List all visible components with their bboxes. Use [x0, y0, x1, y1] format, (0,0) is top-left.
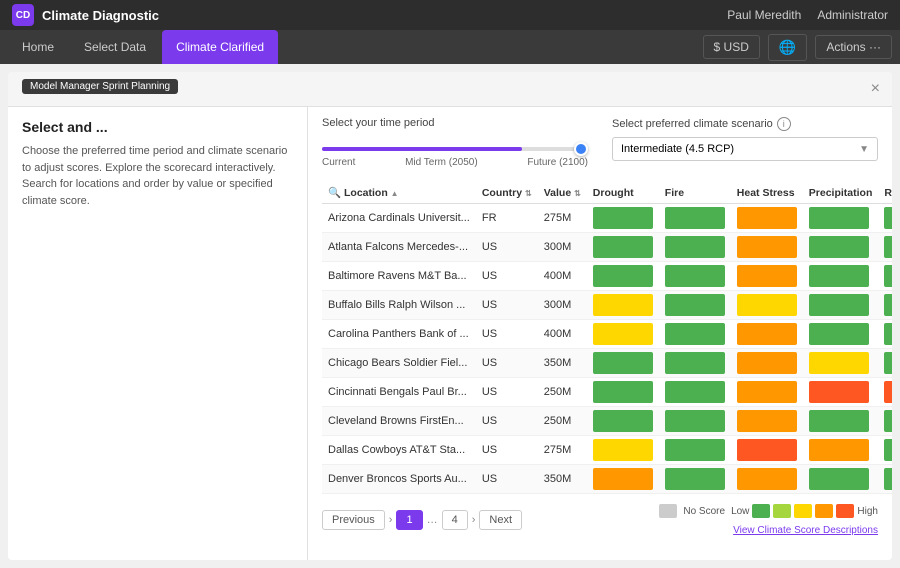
- table-row: Dallas Cowboys AT&T Sta...US275M: [322, 436, 892, 465]
- header-strip: Model Manager Sprint Planning: [8, 72, 892, 107]
- table-row: Buffalo Bills Ralph Wilson ...US300M: [322, 291, 892, 320]
- legend-high-label: High: [857, 506, 878, 517]
- table-row: Chicago Bears Soldier Fiel...US350M: [322, 349, 892, 378]
- legend-row: No Score Low High: [659, 504, 878, 518]
- page-1-button[interactable]: 1: [396, 510, 422, 530]
- main-content: × Model Manager Sprint Planning Select a…: [8, 72, 892, 560]
- close-button[interactable]: ×: [871, 80, 880, 98]
- th-heat-stress: Heat Stress: [731, 182, 803, 204]
- table-row: Baltimore Ravens M&T Ba...US400M: [322, 262, 892, 291]
- info-icon[interactable]: i: [777, 117, 791, 131]
- legend-2-swatch: [773, 504, 791, 518]
- th-precipitation: Precipitation: [803, 182, 879, 204]
- nav-right: $ USD 🌐 Actions ···: [703, 34, 892, 61]
- slider-labels: Current Mid Term (2050) Future (2100): [322, 157, 588, 168]
- controls-row: Select your time period Current Mid Term…: [322, 117, 878, 168]
- nav-bar: Home Select Data Climate Clarified $ USD…: [0, 30, 900, 64]
- slider-track: [322, 147, 588, 151]
- app-title: Climate Diagnostic: [42, 8, 159, 23]
- page-dot: ›: [389, 514, 393, 526]
- top-right-user: Paul Meredith Administrator: [727, 8, 888, 22]
- table-body: Arizona Cardinals Universit...FR275MAtla…: [322, 204, 892, 494]
- th-value[interactable]: Value ⇅: [538, 182, 587, 204]
- search-icon: 🔍: [328, 187, 341, 199]
- sprint-badge: Model Manager Sprint Planning: [22, 79, 178, 94]
- table-row: Arizona Cardinals Universit...FR275M: [322, 204, 892, 233]
- dropdown-value: Intermediate (4.5 RCP): [621, 143, 734, 155]
- time-period-group: Select your time period Current Mid Term…: [322, 117, 588, 168]
- globe-button[interactable]: 🌐: [768, 34, 807, 61]
- page-ellipsis: …: [427, 514, 438, 526]
- nav-home[interactable]: Home: [8, 30, 68, 64]
- top-bar: CD Climate Diagnostic Paul Meredith Admi…: [0, 0, 900, 30]
- climate-scenario-label: Select preferred climate scenario i: [612, 117, 878, 131]
- legend-5-swatch: [836, 504, 854, 518]
- panel-description: Choose the preferred time period and cli…: [22, 143, 293, 209]
- table-row: Cleveland Browns FirstEn...US250M: [322, 407, 892, 436]
- right-panel: Select your time period Current Mid Term…: [308, 107, 892, 560]
- legend-no-score-label: No Score: [683, 506, 725, 517]
- page-buttons: Previous › 1 … 4 › Next: [322, 510, 522, 530]
- slider-thumb[interactable]: [574, 142, 588, 156]
- dropdown-arrow-icon: ▼: [859, 144, 869, 155]
- table-header-row: 🔍 Location ▲ Country ⇅ Value ⇅ Drought F…: [322, 182, 892, 204]
- label-mid-term: Mid Term (2050): [405, 157, 478, 168]
- sort-icon-country: ⇅: [525, 189, 532, 198]
- legend-scale: Low High: [731, 504, 878, 518]
- view-descriptions-link[interactable]: View Climate Score Descriptions: [733, 525, 878, 536]
- next-button[interactable]: Next: [479, 510, 522, 530]
- nav-select-data[interactable]: Select Data: [70, 30, 160, 64]
- actions-button[interactable]: Actions ···: [815, 35, 892, 59]
- legend-1-swatch: [752, 504, 770, 518]
- panel-title: Select and ...: [22, 119, 293, 135]
- th-drought: Drought: [587, 182, 659, 204]
- legend-no-score-swatch: [659, 504, 677, 518]
- page-arrow-right: ›: [472, 514, 476, 526]
- th-river-flood-def: River Flood (Defended): [878, 182, 892, 204]
- page-4-button[interactable]: 4: [442, 510, 468, 530]
- time-period-label: Select your time period: [322, 117, 588, 129]
- climate-scenario-group: Select preferred climate scenario i Inte…: [612, 117, 878, 161]
- label-future: Future (2100): [527, 157, 588, 168]
- th-fire: Fire: [659, 182, 731, 204]
- legend-4-swatch: [815, 504, 833, 518]
- left-panel: Select and ... Choose the preferred time…: [8, 107, 308, 560]
- body-layout: Select and ... Choose the preferred time…: [8, 107, 892, 560]
- data-table: 🔍 Location ▲ Country ⇅ Value ⇅ Drought F…: [322, 182, 892, 494]
- legend-low-label: Low: [731, 506, 749, 517]
- table-row: Carolina Panthers Bank of ...US400M: [322, 320, 892, 349]
- legend-3-swatch: [794, 504, 812, 518]
- table-row: Atlanta Falcons Mercedes-...US300M: [322, 233, 892, 262]
- logo-icon: CD: [12, 4, 34, 26]
- nav-climate-clarified[interactable]: Climate Clarified: [162, 30, 278, 64]
- user-name: Paul Meredith: [727, 8, 801, 22]
- globe-icon: 🌐: [779, 39, 796, 56]
- label-current: Current: [322, 157, 355, 168]
- table-row: Cincinnati Bengals Paul Br...US250M: [322, 378, 892, 407]
- prev-button[interactable]: Previous: [322, 510, 385, 530]
- climate-scenario-dropdown[interactable]: Intermediate (4.5 RCP) ▼: [612, 137, 878, 161]
- sort-icon-location: ▲: [391, 189, 399, 198]
- slider-container[interactable]: Current Mid Term (2050) Future (2100): [322, 135, 588, 168]
- user-role: Administrator: [817, 8, 888, 22]
- table-row: Denver Broncos Sports Au...US350M: [322, 465, 892, 494]
- legend-container: No Score Low High View Climate Score: [659, 504, 878, 536]
- currency-button[interactable]: $ USD: [703, 35, 760, 59]
- sort-icon-value: ⇅: [574, 189, 581, 198]
- th-location[interactable]: 🔍 Location ▲: [322, 182, 476, 204]
- th-country[interactable]: Country ⇅: [476, 182, 538, 204]
- slider-fill: [322, 147, 522, 151]
- pagination-row: Previous › 1 … 4 › Next No Score Low: [322, 494, 878, 540]
